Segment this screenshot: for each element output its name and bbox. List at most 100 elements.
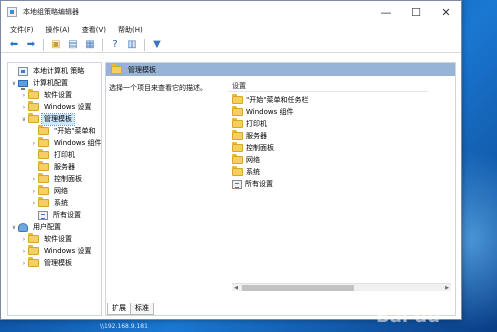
tree-item-label: "开始"菜单和 <box>54 126 96 135</box>
tree-item-computer-windows-settings[interactable]: › Windows 设置 <box>20 101 93 113</box>
tree-item-printers[interactable]: 打印机 <box>30 149 77 161</box>
tab-extended[interactable]: 扩展 <box>107 303 131 315</box>
back-button[interactable]: ⬅ <box>7 38 21 52</box>
list-item-system[interactable]: 系统 <box>232 166 260 178</box>
horizontal-scrollbar[interactable]: ◀ ▶ <box>232 283 451 291</box>
tree-item-label: 用户配置 <box>33 222 61 231</box>
folder-icon <box>232 166 243 176</box>
toolbar-separator <box>43 38 44 51</box>
expand-arrow-icon[interactable]: ∨ <box>10 224 18 231</box>
tree-item-user-software-settings[interactable]: › 软件设置 <box>20 233 74 245</box>
expand-arrow-icon[interactable]: › <box>30 140 38 147</box>
expand-arrow-icon[interactable]: › <box>30 188 38 195</box>
tree-item-computer-software-settings[interactable]: › 软件设置 <box>20 89 74 101</box>
menu-action[interactable]: 操作(A) <box>40 23 76 37</box>
folder-icon <box>232 130 243 140</box>
menu-help[interactable]: 帮助(H) <box>112 23 149 37</box>
tree-item-computer-admin-templates[interactable]: ∨ 管理模板 <box>20 112 75 126</box>
folder-icon <box>28 257 39 267</box>
list-item-control-panel[interactable]: 控制面板 <box>232 142 274 154</box>
minimize-button[interactable]: — <box>371 1 401 23</box>
expand-arrow-icon[interactable]: ∨ <box>10 80 18 87</box>
list-item-start-menu-taskbar[interactable]: "开始"菜单和任务栏 <box>232 94 308 106</box>
list-item-network[interactable]: 网络 <box>232 154 260 166</box>
tree-item-computer-configuration[interactable]: ∨ 计算机配置 <box>10 77 70 90</box>
expand-arrow-icon[interactable]: ∨ <box>20 116 28 123</box>
tree-item-server[interactable]: 服务器 <box>30 161 77 173</box>
scroll-left-icon[interactable]: ◀ <box>232 284 240 292</box>
up-folder-icon: ▣ <box>51 39 61 50</box>
list-item-all-settings[interactable]: 所有设置 <box>232 178 273 190</box>
tree-item-label: 服务器 <box>54 162 75 171</box>
folder-icon <box>232 118 243 128</box>
properties-icon: ▥ <box>127 39 137 50</box>
menu-file[interactable]: 文件(F) <box>4 23 40 37</box>
expand-arrow-icon[interactable]: › <box>30 200 38 207</box>
scrollbar-thumb[interactable] <box>242 285 354 291</box>
policy-icon <box>18 66 28 76</box>
up-folder-button[interactable]: ▣ <box>49 38 63 52</box>
tree-item-label: Windows 设置 <box>44 246 92 255</box>
folder-icon <box>232 94 243 104</box>
content-area: 本地计算机 策略 ∨ 计算机配置 › 软件设置 › Windows 设置 ∨ 管理模板 … <box>7 59 458 316</box>
folder-icon <box>28 233 39 243</box>
back-icon: ⬅ <box>9 39 19 50</box>
tree-item-control-panel[interactable]: › 控制面板 <box>30 173 84 185</box>
folder-icon <box>28 89 39 99</box>
tree-item-start-menu-taskbar[interactable]: "开始"菜单和 <box>30 125 97 137</box>
column-header-setting[interactable]: 设置 <box>228 80 428 92</box>
folder-icon <box>38 161 49 171</box>
tree-item-local-computer-policy[interactable]: 本地计算机 策略 <box>10 65 86 77</box>
expand-arrow-icon[interactable]: › <box>20 104 28 111</box>
folder-icon <box>38 173 49 183</box>
window-controls: — ☐ ✕ <box>371 1 461 23</box>
expand-arrow-icon[interactable]: › <box>20 260 28 267</box>
show-hide-tree-icon: ▤ <box>68 39 78 50</box>
tree-item-all-settings[interactable]: 所有设置 <box>30 209 83 221</box>
user-icon <box>18 222 28 232</box>
tree-item-label: 所有设置 <box>53 210 81 219</box>
folder-icon <box>232 154 243 164</box>
filter-button[interactable]: ▼ <box>150 38 164 52</box>
tree-item-label: 软件设置 <box>44 234 72 243</box>
folder-icon <box>38 149 49 159</box>
menu-view[interactable]: 查看(V) <box>76 23 112 37</box>
scroll-right-icon[interactable]: ▶ <box>443 284 451 292</box>
tree-item-label: 管理模板 <box>41 112 75 126</box>
list-item-label: Windows 组件 <box>246 108 294 116</box>
tree-item-user-configuration[interactable]: ∨ 用户配置 <box>10 221 63 233</box>
computer-icon <box>18 79 28 90</box>
list-item-label: 所有设置 <box>245 180 273 188</box>
list-item-label: 系统 <box>246 168 260 176</box>
tree-item-windows-components[interactable]: › Windows 组件 <box>30 137 102 149</box>
details-pane: 管理模板 选择一个项目来查看它的描述。 设置 "开始"菜单和任务栏 Window… <box>105 62 456 316</box>
close-button[interactable]: ✕ <box>431 1 461 23</box>
maximize-button[interactable]: ☐ <box>401 1 431 23</box>
expand-arrow-icon[interactable]: › <box>30 176 38 183</box>
tree-item-system[interactable]: › 系统 <box>30 197 70 209</box>
tree-item-label: Windows 组件 <box>54 138 102 147</box>
list-item-windows-components[interactable]: Windows 组件 <box>232 106 293 118</box>
group-policy-editor-window: 本地组策略编辑器 — ☐ ✕ 文件(F) 操作(A) 查看(V) 帮助(H) ⬅… <box>0 0 462 320</box>
tree-item-label: 计算机配置 <box>33 78 68 87</box>
export-list-button[interactable]: ▦ <box>83 38 97 52</box>
tab-standard[interactable]: 标准 <box>130 303 154 315</box>
show-hide-tree-button[interactable]: ▤ <box>66 38 80 52</box>
forward-button[interactable]: ➡ <box>24 38 38 52</box>
navigation-tree[interactable]: 本地计算机 策略 ∨ 计算机配置 › 软件设置 › Windows 设置 ∨ 管理模板 … <box>7 62 102 316</box>
help-button[interactable]: ? <box>108 38 122 52</box>
tree-item-user-admin-templates[interactable]: › 管理模板 <box>20 257 74 269</box>
list-item-printers[interactable]: 打印机 <box>232 118 267 130</box>
tree-item-network[interactable]: › 网络 <box>30 185 70 197</box>
details-header: 管理模板 <box>106 63 455 76</box>
tree-item-label: 本地计算机 策略 <box>33 66 85 75</box>
expand-arrow-icon[interactable]: › <box>20 236 28 243</box>
folder-icon <box>38 197 49 207</box>
list-item-server[interactable]: 服务器 <box>232 130 267 142</box>
expand-arrow-icon[interactable]: › <box>20 248 28 255</box>
properties-button[interactable]: ▥ <box>125 38 139 52</box>
tree-item-user-windows-settings[interactable]: › Windows 设置 <box>20 245 93 257</box>
folder-icon <box>28 101 39 111</box>
tree-item-label: 打印机 <box>54 150 75 159</box>
expand-arrow-icon[interactable]: › <box>20 92 28 99</box>
